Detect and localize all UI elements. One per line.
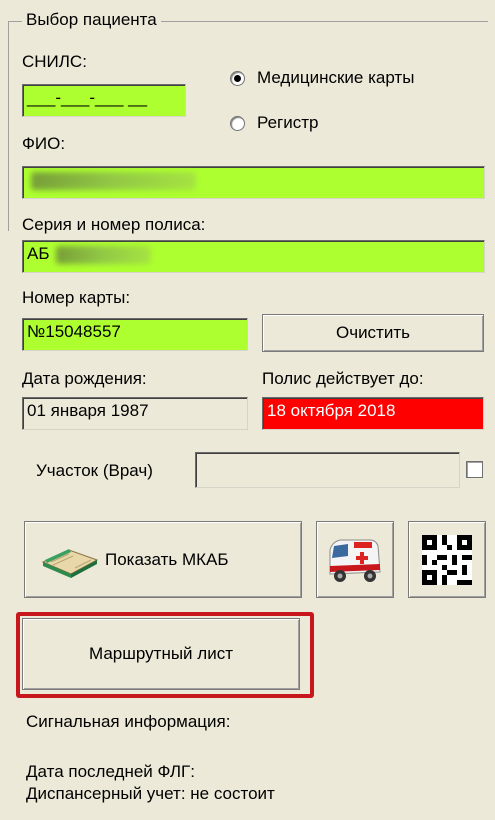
show-mkab-label: Показать МКАБ (105, 549, 229, 569)
fio-field[interactable] (22, 166, 485, 199)
group-title: Выбор пациента (22, 10, 161, 30)
district-checkbox[interactable] (466, 461, 483, 478)
policy-valid-label: Полис действует до: (262, 369, 424, 388)
policy-valid-field[interactable]: 18 октября 2018 (262, 397, 484, 430)
ambulance-icon (329, 539, 381, 582)
policy-field[interactable]: АБ (22, 240, 485, 273)
dispensary-status: Диспансерный учет: не состоит (26, 784, 275, 803)
radio-register-label[interactable]: Регистр (257, 113, 318, 133)
last-flg-label: Дата последней ФЛГ: (26, 762, 195, 781)
qr-code-icon (422, 534, 472, 585)
policy-label: Серия и номер полиса: (22, 215, 206, 234)
snils-field[interactable]: ___-___-___ __ (22, 84, 186, 117)
patient-group-frame-left (8, 21, 9, 231)
show-mkab-button[interactable]: Показать МКАБ (24, 521, 302, 598)
district-field[interactable] (195, 452, 460, 488)
radio-medical-cards-label[interactable]: Медицинские карты (257, 68, 414, 88)
redacted-policy (55, 245, 151, 264)
medical-book-icon (41, 548, 99, 578)
card-field[interactable]: №15048557 (22, 318, 248, 351)
card-label: Номер карты: (22, 288, 131, 307)
snils-label: СНИЛС: (22, 52, 87, 71)
policy-value: АБ (27, 244, 50, 263)
fio-label: ФИО: (22, 134, 66, 153)
birth-field[interactable]: 01 января 1987 (22, 397, 248, 430)
district-label: Участок (Врач) (36, 461, 153, 480)
radio-register[interactable] (230, 116, 245, 131)
redacted-fio (31, 171, 196, 190)
birth-label: Дата рождения: (22, 369, 147, 388)
signal-info-label: Сигнальная информация: (26, 712, 231, 731)
ambulance-button[interactable] (316, 521, 394, 598)
radio-medical-cards[interactable] (230, 71, 245, 86)
qr-code-button[interactable] (408, 521, 486, 598)
route-sheet-button[interactable]: Маршрутный лист (22, 618, 300, 690)
clear-button[interactable]: Очистить (262, 314, 484, 352)
